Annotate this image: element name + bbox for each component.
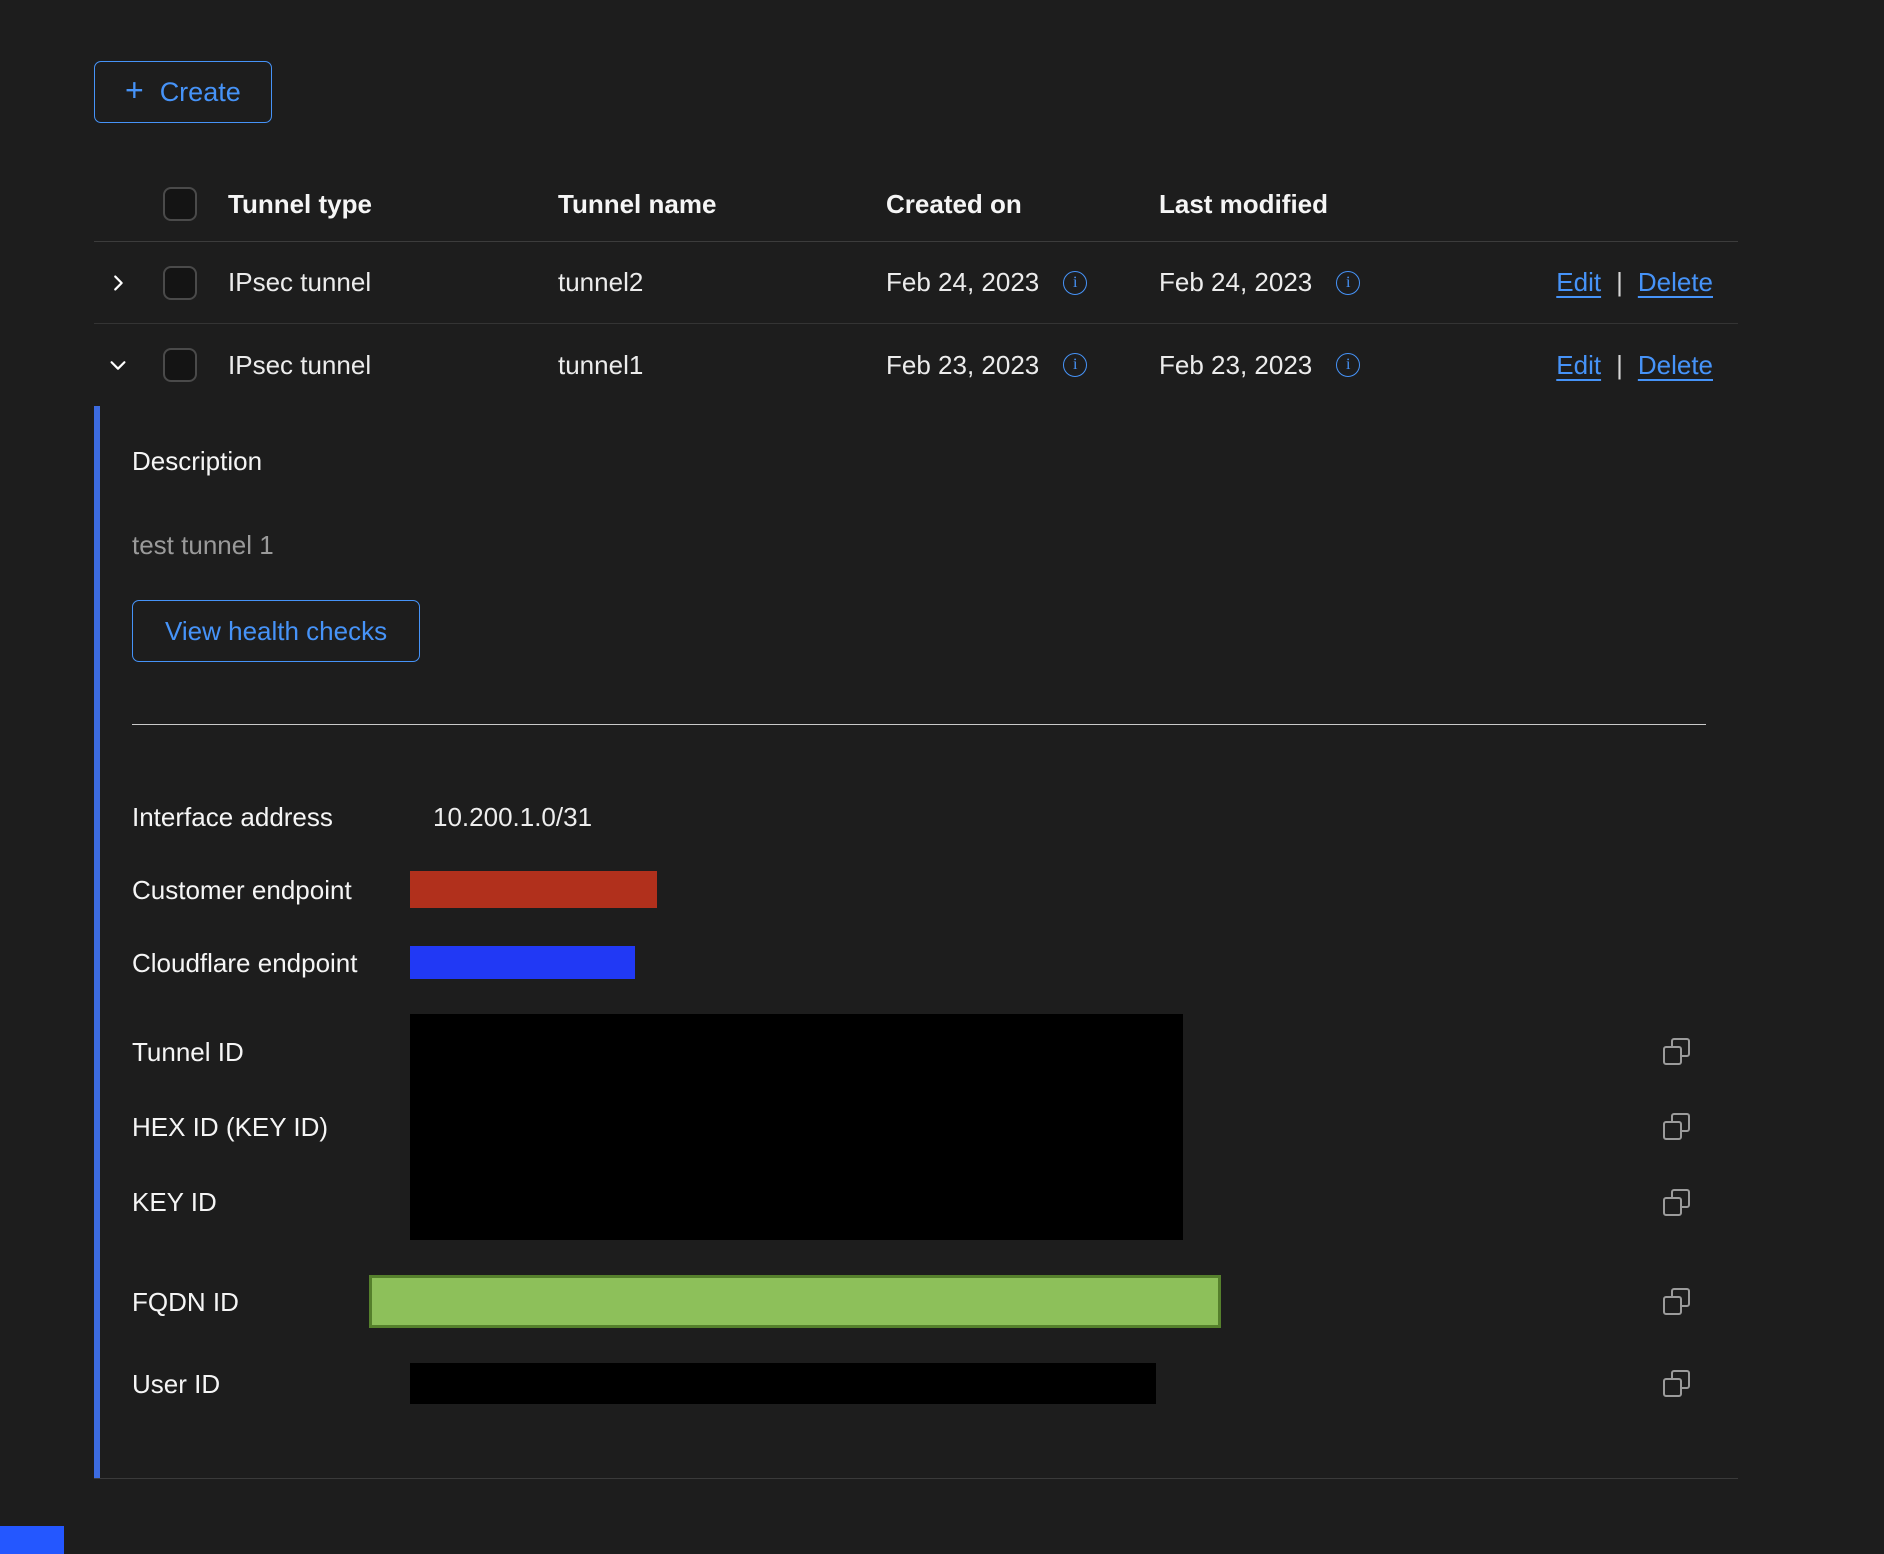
delete-link[interactable]: Delete xyxy=(1638,350,1713,381)
id-values-redacted-block xyxy=(410,1014,1183,1240)
customer-endpoint-redacted-value xyxy=(410,871,657,908)
tunnels-table: Tunnel type Tunnel name Created on Last … xyxy=(94,167,1738,1479)
copy-icon[interactable] xyxy=(1663,1038,1690,1065)
action-separator: | xyxy=(1616,350,1623,381)
copy-icon[interactable] xyxy=(1663,1288,1690,1315)
table-row-tunnel2: IPsec tunnel tunnel2 Feb 24, 2023 Feb 24… xyxy=(94,242,1738,324)
view-health-checks-button[interactable]: View health checks xyxy=(132,600,420,662)
chevron-right-icon[interactable] xyxy=(107,272,129,294)
table-header-row: Tunnel type Tunnel name Created on Last … xyxy=(94,167,1738,242)
create-button-label: Create xyxy=(160,77,241,108)
copy-icon[interactable] xyxy=(1663,1370,1690,1397)
interface-address-value: 10.200.1.0/31 xyxy=(410,802,592,833)
header-tunnel-name: Tunnel name xyxy=(558,189,886,220)
select-all-cell xyxy=(163,187,228,221)
info-icon[interactable] xyxy=(1063,271,1087,295)
tunnel-name-cell: tunnel2 xyxy=(558,267,886,298)
created-on-value: Feb 23, 2023 xyxy=(886,350,1039,381)
info-icon[interactable] xyxy=(1336,353,1360,377)
header-created-on: Created on xyxy=(886,189,1159,220)
select-all-checkbox[interactable] xyxy=(163,187,197,221)
interface-address-label: Interface address xyxy=(132,801,410,833)
created-on-cell: Feb 23, 2023 xyxy=(886,350,1159,381)
bottom-left-blue-bar xyxy=(0,1526,64,1554)
id-copy-column xyxy=(1663,1014,1690,1240)
user-id-redacted-value xyxy=(410,1363,1156,1404)
delete-link[interactable]: Delete xyxy=(1638,267,1713,298)
interface-address-row: Interface address 10.200.1.0/31 xyxy=(132,781,1738,853)
description-value: test tunnel 1 xyxy=(132,529,1738,561)
user-id-row: User ID xyxy=(132,1363,1738,1404)
cloudflare-endpoint-label: Cloudflare endpoint xyxy=(132,947,410,979)
user-id-label: User ID xyxy=(132,1368,410,1400)
edit-link[interactable]: Edit xyxy=(1556,267,1601,298)
table-row-tunnel1: IPsec tunnel tunnel1 Feb 23, 2023 Feb 23… xyxy=(94,324,1738,406)
edit-link[interactable]: Edit xyxy=(1556,350,1601,381)
expanded-indicator-bar xyxy=(94,406,100,1478)
id-labels-column: Tunnel ID HEX ID (KEY ID) KEY ID xyxy=(132,1014,410,1240)
fqdn-id-redacted-value xyxy=(369,1275,1221,1328)
last-modified-cell: Feb 23, 2023 xyxy=(1159,350,1459,381)
fqdn-id-row: FQDN ID xyxy=(132,1275,1738,1328)
tunnel-name-cell: tunnel1 xyxy=(558,350,886,381)
last-modified-value: Feb 23, 2023 xyxy=(1159,350,1312,381)
hex-id-label: HEX ID (KEY ID) xyxy=(132,1089,410,1164)
row-checkbox[interactable] xyxy=(163,266,197,300)
description-label: Description xyxy=(132,445,1738,477)
last-modified-value: Feb 24, 2023 xyxy=(1159,267,1312,298)
tunnel-details-panel: Description test tunnel 1 View health ch… xyxy=(94,406,1738,1479)
page: + Create Tunnel type Tunnel name Created… xyxy=(0,0,1884,1554)
id-fields-group: Tunnel ID HEX ID (KEY ID) KEY ID xyxy=(132,1014,1738,1240)
row-checkbox[interactable] xyxy=(163,348,197,382)
header-tunnel-type: Tunnel type xyxy=(228,189,558,220)
created-on-cell: Feb 24, 2023 xyxy=(886,267,1159,298)
created-on-value: Feb 24, 2023 xyxy=(886,267,1039,298)
header-last-modified: Last modified xyxy=(1159,189,1459,220)
tunnel-type-cell: IPsec tunnel xyxy=(228,350,558,381)
customer-endpoint-row: Customer endpoint xyxy=(132,853,1738,926)
info-icon[interactable] xyxy=(1336,271,1360,295)
cloudflare-endpoint-redacted-value xyxy=(410,946,635,979)
main-content: + Create Tunnel type Tunnel name Created… xyxy=(94,61,1738,1479)
cloudflare-endpoint-row: Cloudflare endpoint xyxy=(132,926,1738,999)
key-id-label: KEY ID xyxy=(132,1165,410,1240)
tunnel-type-cell: IPsec tunnel xyxy=(228,267,558,298)
copy-icon[interactable] xyxy=(1663,1189,1690,1216)
chevron-down-icon[interactable] xyxy=(107,354,129,376)
create-button[interactable]: + Create xyxy=(94,61,272,123)
plus-icon: + xyxy=(125,74,144,106)
copy-icon[interactable] xyxy=(1663,1113,1690,1140)
customer-endpoint-label: Customer endpoint xyxy=(132,874,410,906)
last-modified-cell: Feb 24, 2023 xyxy=(1159,267,1459,298)
row-actions-cell: Edit | Delete xyxy=(1459,267,1738,298)
info-icon[interactable] xyxy=(1063,353,1087,377)
action-separator: | xyxy=(1616,267,1623,298)
row-actions-cell: Edit | Delete xyxy=(1459,350,1738,381)
tunnel-id-label: Tunnel ID xyxy=(132,1014,410,1089)
tunnel-detail-fields: Interface address 10.200.1.0/31 Customer… xyxy=(132,725,1738,1404)
